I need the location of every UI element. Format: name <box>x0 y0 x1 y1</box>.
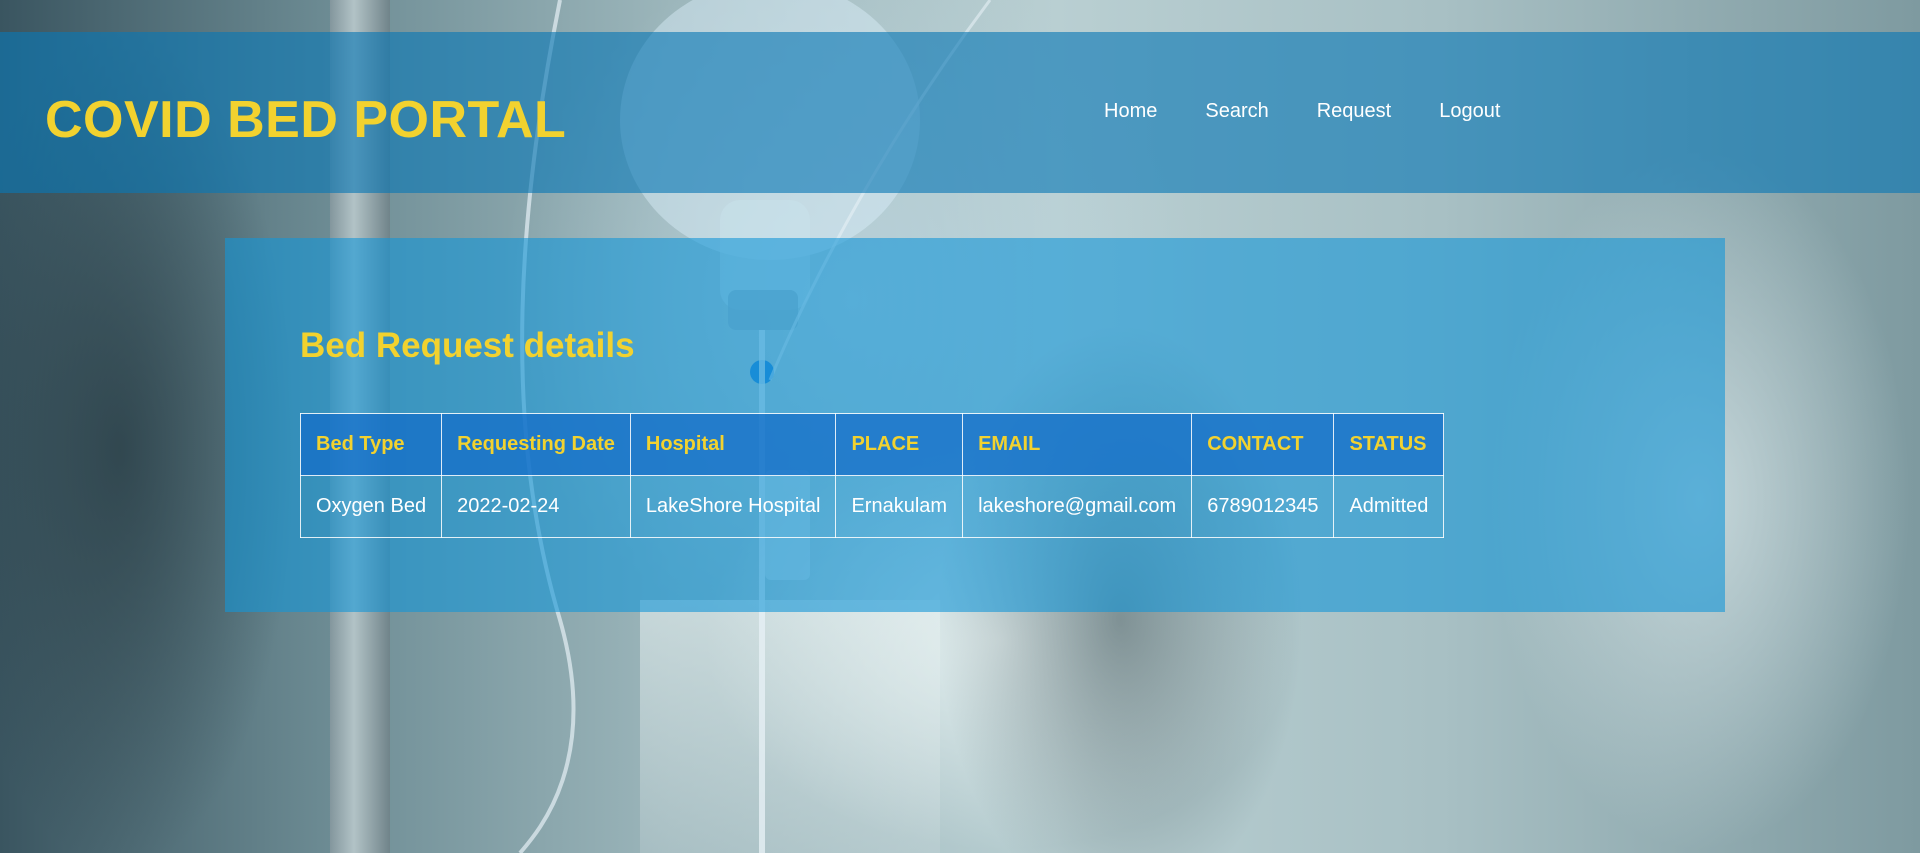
cell-status: Admitted <box>1333 475 1445 538</box>
cell-requesting-date: 2022-02-24 <box>441 475 631 538</box>
bed-request-table: Bed Type Requesting Date Hospital PLACE … <box>299 413 1445 538</box>
nav-request-link[interactable]: Request <box>1293 98 1416 124</box>
cell-hospital: LakeShore Hospital <box>629 475 837 538</box>
cell-bed-type: Oxygen Bed <box>299 475 443 538</box>
main-nav: Home Search Request Logout <box>1080 98 1524 124</box>
brand-title: COVID BED PORTAL <box>45 91 567 149</box>
column-header-hospital: Hospital <box>629 413 837 476</box>
column-header-place: PLACE <box>835 413 964 476</box>
column-header-bed-type: Bed Type <box>299 413 443 476</box>
nav-logout-link[interactable]: Logout <box>1415 98 1524 124</box>
nav-search-link[interactable]: Search <box>1181 98 1292 124</box>
table-row: Oxygen Bed 2022-02-24 LakeShore Hospital… <box>299 475 1445 538</box>
nav-home-link[interactable]: Home <box>1080 98 1181 124</box>
column-header-requesting-date: Requesting Date <box>441 413 631 476</box>
table-header-row: Bed Type Requesting Date Hospital PLACE … <box>299 413 1445 476</box>
page: COVID BED PORTAL Home Search Request Log… <box>0 0 1920 853</box>
cell-contact: 6789012345 <box>1191 475 1335 538</box>
cell-email: lakeshore@gmail.com <box>962 475 1193 538</box>
background-corridor-light <box>640 600 940 853</box>
request-details-panel: Bed Request details Bed Type Requesting … <box>225 238 1725 612</box>
column-header-contact: CONTACT <box>1191 413 1335 476</box>
page-title: Bed Request details <box>300 326 635 365</box>
cell-place: Ernakulam <box>835 475 964 538</box>
column-header-status: STATUS <box>1333 413 1445 476</box>
column-header-email: EMAIL <box>962 413 1193 476</box>
